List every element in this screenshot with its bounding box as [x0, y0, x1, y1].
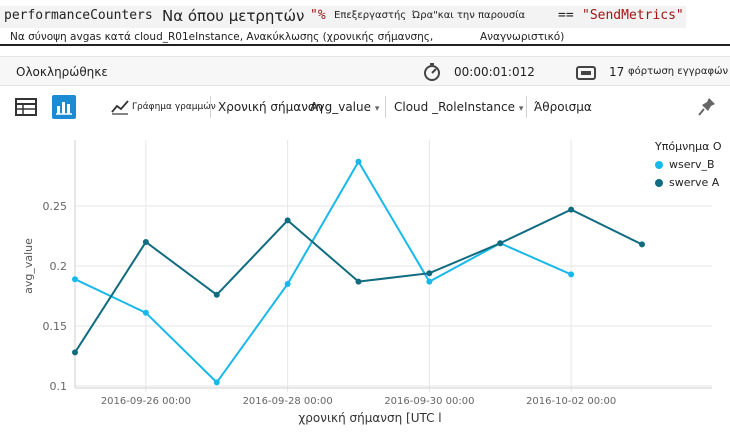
legend-swatch [655, 179, 663, 187]
data-point [355, 158, 362, 165]
x-tick-label: 2016-09-26 00:00 [101, 396, 191, 407]
chart-canvas: 0.1 0.15 0.2 0.25 2016-09-26 00:00 2016-09-28… [22, 140, 712, 425]
chevron-down-icon: ▾ [374, 104, 380, 114]
y-tick-label: 0.25 [43, 200, 68, 213]
data-point [142, 239, 149, 245]
data-point [355, 278, 362, 285]
query-line-2[interactable]: Να σύνοψη avgas κατά cloud_R01eInstance,… [4, 29, 728, 45]
toolbar-divider [526, 96, 527, 118]
status-state: Ολοκληρώθηκε [16, 65, 108, 79]
data-point [568, 206, 575, 213]
data-point [426, 270, 433, 277]
legend-swatch [655, 161, 663, 169]
table-view-icon[interactable] [14, 95, 38, 119]
x-tick-label: 2016-09-28 00:00 [243, 396, 333, 407]
y-tick-label: 0.2 [50, 260, 68, 273]
split-by-selector[interactable]: Cloud _RoleInstance ▾ [394, 86, 523, 130]
legend-item-wserv[interactable]: wserv_B [655, 157, 722, 175]
x-tick-label: 2016-10-02 00:00 [526, 396, 616, 407]
query-editor[interactable]: performanceCounters Να όπου μετρητών "% … [0, 0, 730, 46]
data-point [72, 349, 78, 356]
chevron-down-icon: ▾ [518, 104, 524, 114]
query-time-label: Ώρα"και την παρουσία [412, 10, 526, 21]
records-label: φόρτωση εγγραφών [628, 66, 729, 77]
x-axis-selector[interactable]: Χρονική σήμανση [218, 86, 323, 128]
toolbar-divider [210, 96, 211, 118]
query-counter-name: Επεξεργαστής [334, 10, 407, 21]
toolbar-divider [385, 96, 386, 118]
line-chart: 0.1 0.15 0.2 0.25 2016-09-26 00:00 2016-09-28… [0, 128, 730, 444]
split-by-label: Cloud _RoleInstance [394, 100, 515, 114]
query-identifier: Αναγνωριστικό) [480, 31, 565, 43]
chart-toolbar: Γράφημα γραμμών Χρονική σήμανση Avg_valu… [0, 86, 730, 128]
chart-view-icon[interactable] [52, 95, 76, 119]
data-point [72, 276, 78, 283]
data-point [426, 278, 433, 285]
stopwatch-icon [422, 62, 442, 82]
legend-item-swerve[interactable]: swerve A [655, 175, 722, 193]
legend-label: swerve A [669, 176, 720, 189]
data-point [284, 217, 291, 224]
data-point [497, 240, 504, 247]
data-point [213, 291, 220, 298]
y-axis-selector[interactable]: Avg_value ▾ [310, 86, 379, 130]
y-tick-label: 0.15 [43, 320, 68, 333]
series-line-wserv [74, 159, 572, 384]
records-count: 17 [609, 65, 625, 79]
data-point [142, 309, 149, 316]
aggregation-selector[interactable]: Άθροισμα [534, 86, 592, 128]
data-point [284, 281, 291, 287]
x-axis-title: χρονική σήμανση [UTC l [298, 411, 441, 425]
line-chart-icon[interactable] [110, 95, 130, 119]
y-tick-label: 0.1 [50, 380, 68, 393]
pin-icon[interactable] [696, 95, 718, 119]
legend-label: wserv_B [669, 158, 715, 171]
query-underline [0, 44, 730, 46]
data-point [213, 379, 220, 386]
data-point [568, 271, 575, 278]
y-axis-title: avg_value [22, 238, 35, 294]
legend-title: Υπόμνημα Ο [655, 140, 722, 153]
y-axis-label: Avg_value [310, 100, 372, 114]
query-percent: "% [310, 8, 326, 23]
x-tick-label: 2016-09-30 00:00 [384, 396, 474, 407]
query-table-name: performanceCounters [4, 8, 153, 23]
query-summarize: Να σύνοψη avgas κατά cloud_R01eInstance,… [10, 31, 434, 43]
query-where-keyword: Να όπου μετρητών [162, 7, 305, 25]
records-icon [576, 63, 596, 81]
chart-type-selector[interactable]: Γράφημα γραμμών [132, 86, 216, 128]
query-value: "SendMetrics" [582, 8, 684, 23]
query-duration: 00:00:01:012 [454, 65, 535, 79]
status-bar: Ολοκληρώθηκε 00:00:01:012 17 φόρτωση εγγ… [0, 56, 730, 86]
query-line-1[interactable]: performanceCounters Να όπου μετρητών "% … [4, 5, 684, 27]
data-point [639, 241, 645, 248]
query-operator: == [558, 8, 574, 23]
chart-legend: Υπόμνημα Ο wserv_B swerve A [655, 139, 722, 193]
